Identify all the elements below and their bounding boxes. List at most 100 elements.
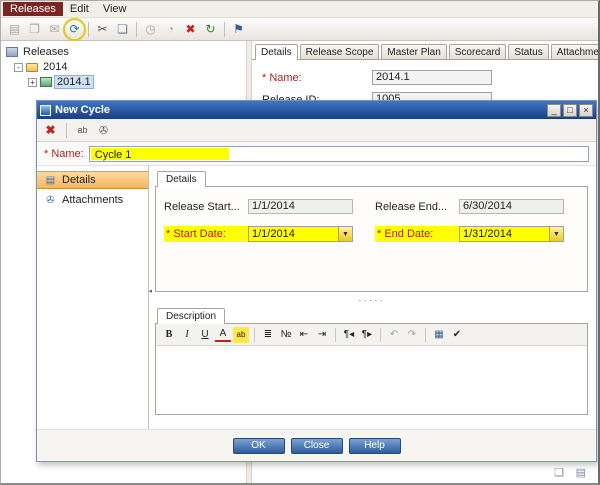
- tab-attachments[interactable]: Attachments: [550, 44, 598, 59]
- details-page-icon: ▤: [45, 174, 56, 186]
- ltr-paragraph-icon[interactable]: ¶◂: [341, 327, 357, 343]
- release-folder-icon: [26, 62, 38, 72]
- cycle-name-field[interactable]: Cycle 1: [88, 145, 589, 162]
- spelling-icon[interactable]: ✔: [449, 327, 465, 343]
- cut-icon[interactable]: ✂: [93, 20, 112, 39]
- new-release-folder-icon[interactable]: ▤: [5, 20, 24, 39]
- attachment-icon[interactable]: ✇: [95, 122, 112, 139]
- release-icon: [40, 77, 52, 87]
- description-tab[interactable]: Description: [157, 308, 226, 324]
- release-name-label: * Name:: [262, 71, 302, 84]
- start-date-value: 1/1/2014: [252, 228, 295, 240]
- new-cycle-icon[interactable]: ⟳: [63, 17, 86, 41]
- release-name-field[interactable]: 2014.1: [372, 70, 492, 85]
- dropdown-arrow-icon[interactable]: ▼: [338, 227, 352, 241]
- sidebar-item-attachments[interactable]: ✇ Attachments: [37, 191, 148, 209]
- release-end-field: 6/30/2014: [459, 199, 564, 214]
- tree-item-label: 2014: [43, 61, 68, 73]
- grid-panel-icon[interactable]: ▤: [576, 466, 586, 479]
- tree-item-2014-1[interactable]: + 2014.1: [1, 75, 246, 89]
- italic-icon[interactable]: I: [179, 327, 195, 343]
- menu-edit[interactable]: Edit: [63, 2, 96, 16]
- undo-icon[interactable]: ↶: [386, 327, 402, 343]
- new-release-icon[interactable]: ❐: [25, 20, 44, 39]
- numbered-list-icon[interactable]: №: [278, 327, 294, 343]
- tab-scorecard[interactable]: Scorecard: [448, 44, 507, 59]
- menu-releases[interactable]: Releases: [3, 2, 63, 16]
- release-start-field: 1/1/2014: [248, 199, 353, 214]
- end-date-combo[interactable]: 1/31/2014 ▼: [459, 226, 564, 242]
- indent-icon[interactable]: ⇥: [314, 327, 330, 343]
- menu-view[interactable]: View: [96, 2, 134, 16]
- start-date-label: * Start Date:: [164, 226, 248, 242]
- tab-master-plan[interactable]: Master Plan: [381, 44, 447, 59]
- bold-icon[interactable]: B: [161, 327, 177, 343]
- release-tabs: Details Release Scope Master Plan Scorec…: [252, 41, 598, 60]
- richtext-toolbar: B I U A ab ≣ № ⇤ ⇥ ¶◂ ¶▸ ↶ ↷ ▦ ✔: [156, 324, 587, 346]
- redo-icon[interactable]: ↷: [404, 327, 420, 343]
- bullet-list-icon[interactable]: ≣: [260, 327, 276, 343]
- releases-root-icon: [6, 47, 18, 57]
- dropdown-arrow-icon[interactable]: ▼: [549, 227, 563, 241]
- start-date-combo[interactable]: 1/1/2014 ▼: [248, 226, 353, 242]
- dialog-body: ▤ Details ✇ Attachments ◂ Details Releas…: [37, 165, 596, 429]
- menu-bar: Releases Edit View: [1, 1, 598, 17]
- tab-release-scope[interactable]: Release Scope: [299, 44, 380, 59]
- doc-panel-icon[interactable]: ❏: [554, 466, 564, 479]
- tab-details[interactable]: Details: [255, 44, 298, 60]
- toolbar-separator: [380, 327, 381, 342]
- cycle-fields-panel: Release Start... 1/1/2014 Release End...…: [155, 186, 588, 292]
- paste-icon[interactable]: ❏: [113, 20, 132, 39]
- main-toolbar: ▤ ❐ ✉ ⟳ ✂ ❏ ◷ ◔ ✖ ↻ ⚑: [1, 17, 598, 41]
- horizontal-splitter-handle[interactable]: ·····: [155, 295, 588, 307]
- dialog-icon: [40, 104, 51, 116]
- tree-item-2014[interactable]: - 2014: [1, 60, 246, 74]
- delete-icon[interactable]: ✖: [181, 20, 200, 39]
- minimize-button[interactable]: _: [547, 103, 561, 117]
- font-color-icon[interactable]: A: [215, 328, 231, 342]
- close-button[interactable]: ×: [579, 103, 593, 117]
- underline-icon[interactable]: U: [197, 327, 213, 343]
- clear-fields-icon[interactable]: ✖: [42, 122, 59, 139]
- details-tab[interactable]: Details: [157, 171, 206, 187]
- dialog-content: Details Release Start... 1/1/2014 Releas…: [149, 166, 596, 429]
- description-editor[interactable]: [156, 346, 587, 414]
- help-button[interactable]: Help: [348, 437, 401, 454]
- outdent-icon[interactable]: ⇤: [296, 327, 312, 343]
- rtl-paragraph-icon[interactable]: ¶▸: [359, 327, 375, 343]
- refresh-icon[interactable]: ↻: [201, 20, 220, 39]
- flag-icon[interactable]: ⚑: [229, 20, 248, 39]
- dialog-sidebar: ▤ Details ✇ Attachments ◂: [37, 166, 152, 429]
- new-cycle-dialog: New Cycle _ □ × ✖ ab ✇ * Name: Cycle 1 ▤…: [36, 100, 597, 462]
- end-date-label: * End Date:: [375, 226, 459, 242]
- toolbar-separator: [136, 21, 137, 37]
- dialog-footer: OK Close Help: [37, 429, 596, 461]
- spell-check-icon[interactable]: ab: [74, 122, 91, 139]
- sidebar-collapse-icon[interactable]: ◂: [148, 287, 152, 295]
- paperclip-icon: ✇: [46, 194, 55, 206]
- mail-icon[interactable]: ✉: [45, 20, 64, 39]
- history-icon[interactable]: ◔: [161, 20, 180, 39]
- table-icon[interactable]: ▦: [431, 327, 447, 343]
- sidebar-item-details[interactable]: ▤ Details: [37, 171, 148, 189]
- ok-button[interactable]: OK: [232, 437, 285, 454]
- release-name-row: * Name: 2014.1: [262, 70, 598, 85]
- maximize-button[interactable]: □: [563, 103, 577, 117]
- end-date-value: 1/31/2014: [463, 228, 512, 240]
- cycle-name-value: Cycle 1: [90, 147, 229, 161]
- tab-status[interactable]: Status: [508, 44, 549, 59]
- tree-item-releases[interactable]: Releases: [1, 45, 246, 59]
- release-end-label: Release End...: [375, 200, 448, 213]
- toolbar-separator: [88, 21, 89, 37]
- toolbar-separator: [425, 327, 426, 342]
- toolbar-separator: [66, 122, 67, 138]
- expand-toggle[interactable]: +: [28, 77, 37, 87]
- dialog-title: New Cycle: [55, 104, 111, 116]
- time-icon[interactable]: ◷: [141, 20, 160, 39]
- dialog-titlebar: New Cycle _ □ ×: [37, 101, 596, 119]
- collapse-toggle[interactable]: -: [14, 62, 23, 72]
- highlight-icon[interactable]: ab: [233, 326, 249, 343]
- description-panel: B I U A ab ≣ № ⇤ ⇥ ¶◂ ¶▸ ↶ ↷ ▦ ✔: [155, 323, 588, 415]
- sidebar-item-label: Details: [62, 174, 96, 186]
- close-button[interactable]: Close: [290, 437, 343, 454]
